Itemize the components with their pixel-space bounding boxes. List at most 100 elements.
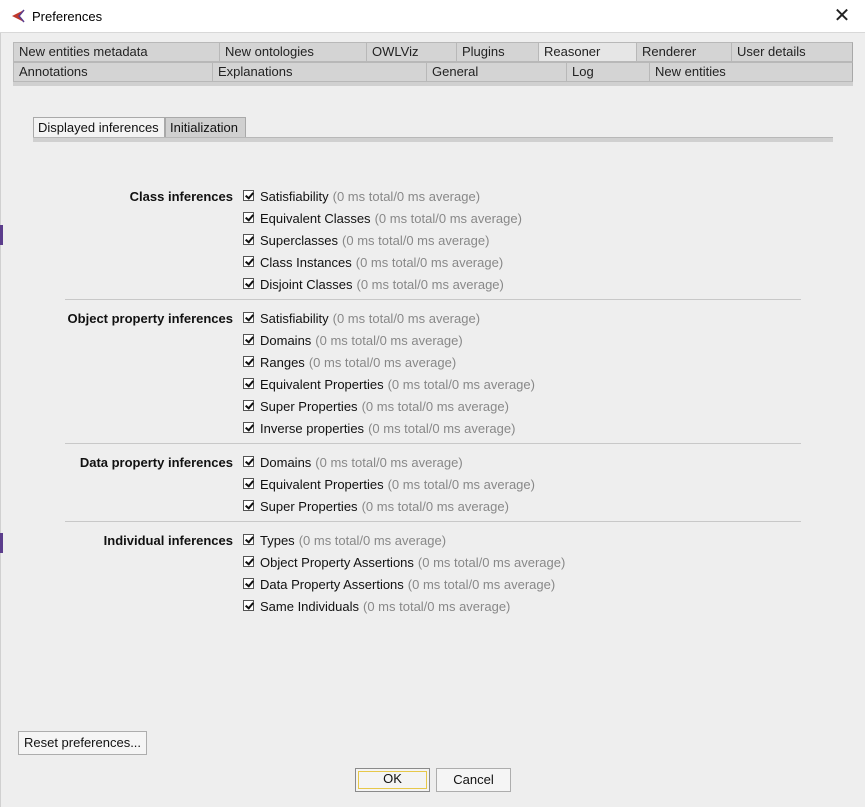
- tab-new-entities[interactable]: New entities: [649, 62, 853, 82]
- tab-annotations[interactable]: Annotations: [13, 62, 213, 82]
- background-window-edge: [0, 533, 3, 553]
- title-bar: Preferences ✕: [0, 0, 865, 33]
- timing-stats: (0 ms total/0 ms average): [308, 355, 457, 370]
- checkbox[interactable]: [243, 500, 254, 512]
- timing-stats: (0 ms total/0 ms average): [315, 455, 463, 470]
- checkbox[interactable]: [243, 234, 254, 246]
- option-row[interactable]: Equivalent Properties (0 ms total/0 ms av…: [243, 477, 535, 495]
- checkbox[interactable]: [243, 378, 254, 390]
- option-row[interactable]: Class Instances (0 ms total/0 ms average): [243, 255, 503, 273]
- tab-new-ontologies[interactable]: New ontologies: [219, 42, 367, 62]
- option-row[interactable]: Satisfiability (0 ms total/0 ms average): [243, 311, 480, 329]
- timing-stats: (0 ms total/0 ms average): [387, 477, 535, 492]
- option-label: Super Properties: [260, 499, 358, 514]
- tab-reasoner[interactable]: Reasoner: [538, 42, 637, 62]
- dialog-edge: [0, 32, 1, 807]
- class-inferences-label: Class inferences: [129, 189, 233, 204]
- tab-strip-divider: [13, 82, 853, 86]
- data-property-inferences-label: Data property inferences: [79, 455, 233, 470]
- option-row[interactable]: Satisfiability (0 ms total/0 ms average): [243, 189, 480, 207]
- option-label: Satisfiability: [260, 189, 329, 204]
- checkbox[interactable]: [243, 356, 254, 368]
- option-row[interactable]: Ranges (0 ms total/0 ms average): [243, 355, 456, 373]
- option-row[interactable]: Equivalent Classes (0 ms total/0 ms avera…: [243, 211, 522, 229]
- subtab-initialization[interactable]: Initialization: [165, 117, 246, 138]
- checkbox[interactable]: [243, 334, 254, 346]
- checkbox[interactable]: [243, 190, 254, 202]
- checkmark-icon: [245, 534, 254, 544]
- option-row[interactable]: Super Properties (0 ms total/0 ms average…: [243, 399, 509, 417]
- option-label: Domains: [260, 455, 312, 470]
- option-label: Equivalent Properties: [260, 377, 384, 392]
- object-property-inferences-label: Object property inferences: [67, 311, 233, 326]
- checkmark-icon: [245, 600, 254, 610]
- checkmark-icon: [245, 334, 254, 344]
- checkbox[interactable]: [243, 478, 254, 490]
- option-label: Object Property Assertions: [260, 555, 414, 570]
- option-label: Ranges: [260, 355, 305, 370]
- timing-stats: (0 ms total/0 ms average): [387, 377, 535, 392]
- checkbox[interactable]: [243, 578, 254, 590]
- subtab-displayed-inferences[interactable]: Displayed inferences: [33, 117, 165, 138]
- tab-explanations[interactable]: Explanations: [212, 62, 427, 82]
- option-label: Data Property Assertions: [260, 577, 404, 592]
- checkbox[interactable]: [243, 400, 254, 412]
- checkmark-icon: [245, 234, 254, 244]
- checkbox[interactable]: [243, 212, 254, 224]
- tab-log[interactable]: Log: [566, 62, 650, 82]
- timing-stats: (0 ms total/0 ms average): [417, 555, 566, 570]
- option-row[interactable]: Equivalent Properties (0 ms total/0 ms av…: [243, 377, 535, 395]
- protege-logo-icon: [10, 8, 26, 24]
- close-icon: ✕: [833, 5, 851, 27]
- tab-owlviz[interactable]: OWLViz: [366, 42, 457, 62]
- checkbox[interactable]: [243, 600, 254, 612]
- ok-label: OK: [383, 771, 402, 786]
- tab-user-details[interactable]: User details: [731, 42, 853, 62]
- option-row[interactable]: Domains (0 ms total/0 ms average): [243, 333, 463, 351]
- reset-preferences-button[interactable]: Reset preferences...: [18, 731, 147, 755]
- checkmark-icon: [245, 278, 254, 288]
- checkmark-icon: [245, 456, 254, 466]
- checkbox[interactable]: [243, 422, 254, 434]
- tab-renderer[interactable]: Renderer: [636, 42, 732, 62]
- option-label: Disjoint Classes: [260, 277, 353, 292]
- option-row[interactable]: Superclasses (0 ms total/0 ms average): [243, 233, 489, 251]
- timing-stats: (0 ms total/0 ms average): [407, 577, 556, 592]
- timing-stats: (0 ms total/0 ms average): [332, 189, 481, 204]
- option-row[interactable]: Super Properties (0 ms total/0 ms average…: [243, 499, 509, 517]
- option-label: Inverse properties: [260, 421, 365, 436]
- option-row[interactable]: Object Property Assertions (0 ms total/0 …: [243, 555, 565, 573]
- option-row[interactable]: Disjoint Classes (0 ms total/0 ms average…: [243, 277, 504, 295]
- cancel-button[interactable]: Cancel: [436, 768, 511, 792]
- checkmark-icon: [245, 312, 254, 322]
- close-button[interactable]: ✕: [819, 0, 865, 32]
- checkbox[interactable]: [243, 312, 254, 324]
- option-row[interactable]: Types (0 ms total/0 ms average): [243, 533, 446, 551]
- section-separator: [65, 521, 801, 522]
- ok-button[interactable]: OK: [355, 768, 430, 792]
- timing-stats: (0 ms total/0 ms average): [374, 211, 522, 226]
- checkbox[interactable]: [243, 256, 254, 268]
- timing-stats: (0 ms total/0 ms average): [361, 399, 509, 414]
- tab-plugins[interactable]: Plugins: [456, 42, 539, 62]
- checkmark-icon: [245, 500, 254, 510]
- checkbox[interactable]: [243, 534, 254, 546]
- timing-stats: (0 ms total/0 ms average): [332, 311, 481, 326]
- checkbox[interactable]: [243, 278, 254, 290]
- option-row[interactable]: Same Individuals (0 ms total/0 ms average…: [243, 599, 510, 617]
- option-row[interactable]: Data Property Assertions (0 ms total/0 ms…: [243, 577, 555, 595]
- option-label: Equivalent Properties: [260, 477, 384, 492]
- option-label: Class Instances: [260, 255, 352, 270]
- tab-general[interactable]: General: [426, 62, 567, 82]
- option-row[interactable]: Inverse properties (0 ms total/0 ms avera…: [243, 421, 515, 439]
- option-row[interactable]: Domains (0 ms total/0 ms average): [243, 455, 463, 473]
- checkbox[interactable]: [243, 556, 254, 568]
- checkbox[interactable]: [243, 456, 254, 468]
- window-title: Preferences: [32, 9, 103, 24]
- background-window-edge: [0, 225, 3, 245]
- checkmark-icon: [245, 190, 254, 200]
- checkmark-icon: [245, 256, 254, 266]
- timing-stats: (0 ms total/0 ms average): [363, 599, 511, 614]
- tab-new-entities-metadata[interactable]: New entities metadata: [13, 42, 220, 62]
- timing-stats: (0 ms total/0 ms average): [368, 421, 516, 436]
